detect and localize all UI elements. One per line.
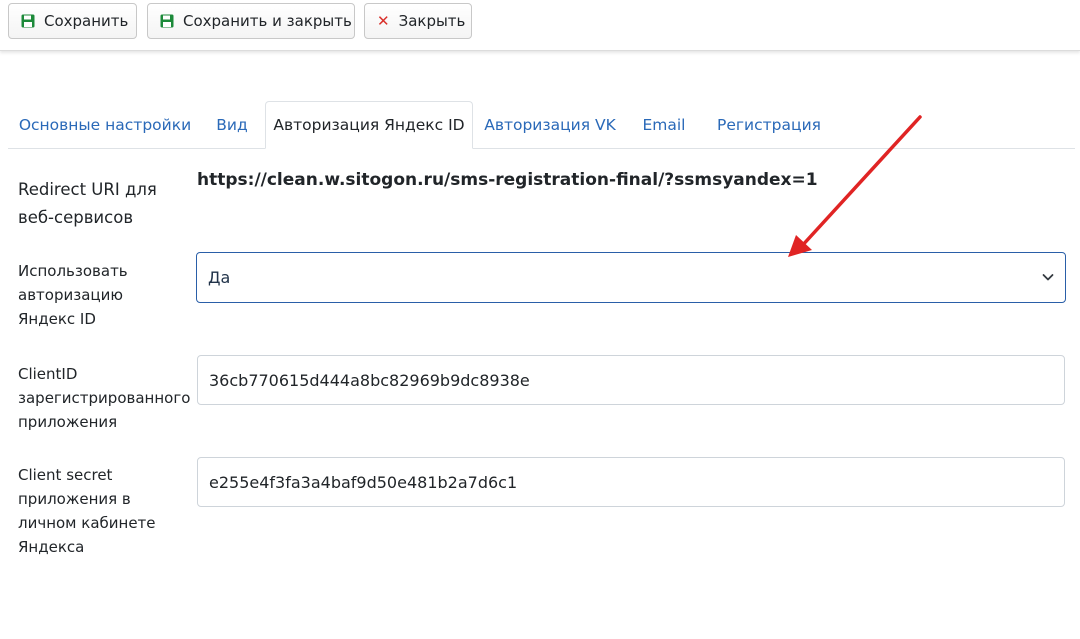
tab-view[interactable]: Вид (204, 101, 260, 149)
floppy-disk-icon (160, 14, 174, 28)
redirect-uri-label-line: Redirect URI для (18, 180, 157, 199)
redirect-uri-value: https://clean.w.sitogon.ru/sms-registrat… (197, 170, 818, 190)
floppy-disk-icon (21, 14, 35, 28)
toolbar: Сохранить Сохранить и закрыть ✕ Закрыть (0, 0, 1080, 51)
close-button[interactable]: ✕ Закрыть (364, 3, 472, 39)
use-yandex-auth-label-line: Яндекс ID (18, 310, 96, 328)
client-secret-label-line: личном кабинете (18, 514, 156, 532)
client-id-label-line: приложения (18, 413, 118, 431)
save-and-close-button-label: Сохранить и закрыть (183, 12, 352, 30)
tab-vk-auth[interactable]: Авторизация VK (478, 101, 622, 149)
client-id-label-line: зарегистрированного (18, 389, 191, 407)
chevron-down-icon (1041, 269, 1055, 288)
redirect-uri-label-line: веб-сервисов (18, 208, 134, 227)
client-id-label-line: ClientID (18, 365, 78, 383)
redirect-uri-label: Redirect URI для веб-сервисов (18, 176, 157, 232)
use-yandex-auth-select-value: Да (208, 268, 231, 287)
client-id-label: ClientID зарегистрированного приложения (18, 362, 190, 434)
client-id-input[interactable]: 36cb770615d444a8bc82969b9dc8938e (197, 355, 1065, 405)
save-and-close-button[interactable]: Сохранить и закрыть (147, 3, 355, 39)
tab-main-settings[interactable]: Основные настройки (8, 101, 202, 149)
client-secret-input[interactable]: e255e4f3fa3a4baf9d50e481b2a7d6c1 (197, 457, 1065, 507)
client-secret-label: Client secret приложения в личном кабине… (18, 463, 156, 559)
close-x-icon: ✕ (377, 11, 390, 30)
client-secret-label-line: приложения в (18, 490, 131, 508)
client-secret-value: e255e4f3fa3a4baf9d50e481b2a7d6c1 (209, 472, 518, 492)
tab-bar: Основные настройки Вид Авторизация Яндек… (8, 101, 1075, 149)
client-id-value: 36cb770615d444a8bc82969b9dc8938e (209, 370, 530, 390)
save-button[interactable]: Сохранить (8, 3, 137, 39)
use-yandex-auth-select[interactable]: Да (196, 252, 1066, 303)
save-button-label: Сохранить (44, 12, 129, 30)
red-arrow-icon (788, 115, 922, 257)
use-yandex-auth-label: Использовать авторизацию Яндекс ID (18, 259, 128, 331)
close-button-label: Закрыть (398, 12, 466, 30)
tab-email[interactable]: Email (630, 101, 698, 149)
tab-registration[interactable]: Регистрация (704, 101, 834, 149)
tab-yandex-id-auth[interactable]: Авторизация Яндекс ID (265, 101, 473, 149)
use-yandex-auth-label-line: авторизацию (18, 286, 123, 304)
use-yandex-auth-label-line: Использовать (18, 262, 128, 280)
client-secret-label-line: Яндекса (18, 538, 85, 556)
client-secret-label-line: Client secret (18, 466, 113, 484)
